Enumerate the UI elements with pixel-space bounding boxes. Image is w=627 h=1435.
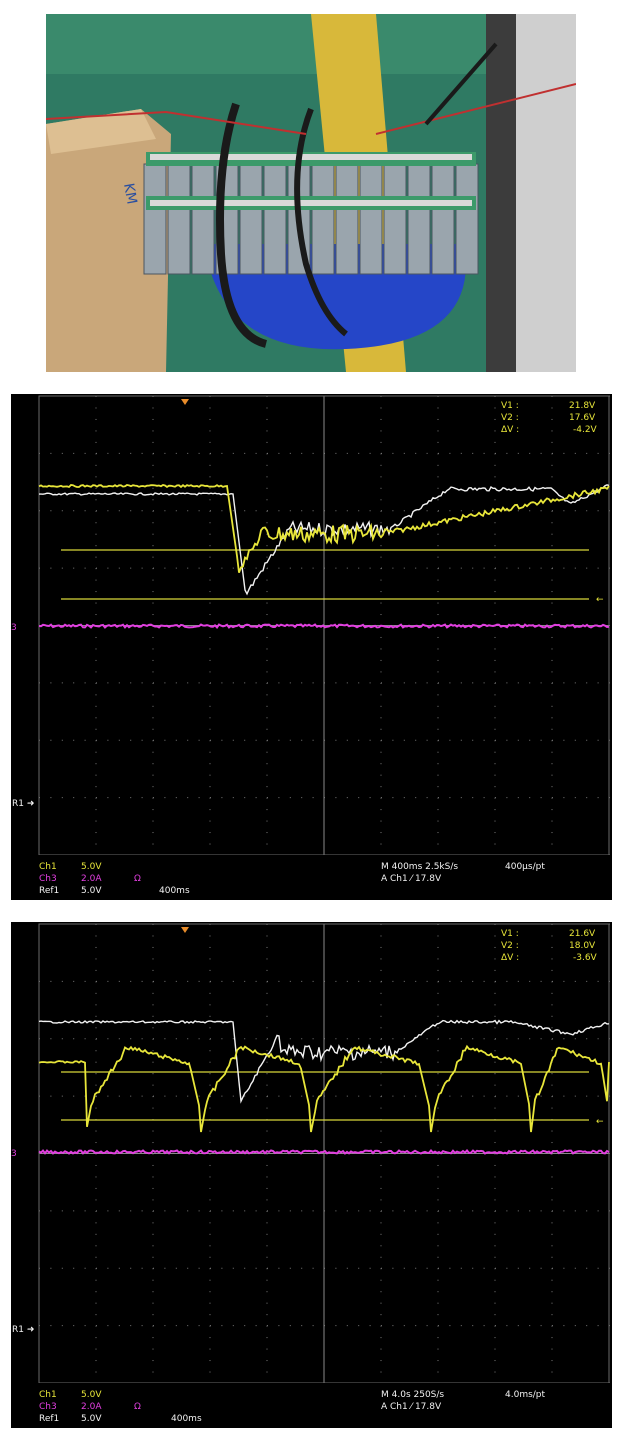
scope1-r1-marker: R1 ➜ <box>12 799 34 809</box>
scope1-timebase: M 400ms 2.5kS/s <box>381 862 458 872</box>
scope2-r1-marker: R1 ➜ <box>12 1325 34 1335</box>
scope1-v1-value: 21.8V <box>569 401 596 411</box>
scope2-ch3-marker: 3 <box>11 1149 17 1159</box>
scope2-trigger: A Ch1 ⁄ 17.8V <box>381 1402 442 1412</box>
scope1-v2-value: 17.6V <box>569 413 596 423</box>
scope2-ref1-label: Ref1 <box>39 1414 59 1424</box>
scope1-ref1-time: 400ms <box>159 886 190 896</box>
scope2-timebase: M 4.0s 250S/s <box>381 1390 444 1400</box>
scope2-ch3-scale: 2.0A <box>81 1402 102 1412</box>
scope1-ch3-unit: Ω <box>134 874 141 884</box>
trigger-position-marker <box>181 927 189 933</box>
scope1-trigger: A Ch1 ⁄ 17.8V <box>381 874 442 884</box>
scope1-dv-value: -4.2V <box>573 425 598 435</box>
scope2-cursor-lines: ← <box>61 1071 604 1127</box>
scope1-ch3-scale: 2.0A <box>81 874 102 884</box>
scope2-dv-value: -3.6V <box>573 953 598 963</box>
svg-text:←: ← <box>596 1117 604 1127</box>
scope2-record-length: 4.0ms/pt <box>505 1390 546 1400</box>
oscilloscope-screen-1: ← 3 R1 ➜ V1 : 21.8V V2 : 17.6V ΔV : -4.2… <box>11 394 612 900</box>
scope1-ref1-label: Ref1 <box>39 886 59 896</box>
scope2-ref1-time: 400ms <box>171 1414 202 1424</box>
scope1-dv-label: ΔV : <box>501 425 519 435</box>
scope1-v2-label: V2 : <box>501 413 519 423</box>
scope1-ch3-marker: 3 <box>11 623 17 633</box>
scope1-v1-label: V1 : <box>501 401 519 411</box>
scope2-ref1-scale: 5.0V <box>81 1414 102 1424</box>
battery-pack-photo: KM <box>46 14 576 372</box>
scope1-ch3-label: Ch3 <box>39 874 57 884</box>
trigger-position-marker <box>181 399 189 405</box>
scope2-dv-label: ΔV : <box>501 953 519 963</box>
scope2-v1-value: 21.6V <box>569 929 596 939</box>
scope2-v2-value: 18.0V <box>569 941 596 951</box>
scope2-graticule <box>38 923 610 1384</box>
scope1-ch1-label: Ch1 <box>39 862 57 872</box>
scope2-ch1-label: Ch1 <box>39 1390 57 1400</box>
scope2-v2-label: V2 : <box>501 941 519 951</box>
scope2-v1-label: V1 : <box>501 929 519 939</box>
scope1-cursor-lines: ← <box>61 549 604 605</box>
scope1-ref1-scale: 5.0V <box>81 886 102 896</box>
scope2-ch3-unit: Ω <box>134 1402 141 1412</box>
oscilloscope-screen-2: ← 3 R1 ➜ V1 : 21.6V V2 : 18.0V ΔV : -3.6… <box>11 922 612 1428</box>
scope2-ch1-scale: 5.0V <box>81 1390 102 1400</box>
scope1-ch1-scale: 5.0V <box>81 862 102 872</box>
scope2-ch3-label: Ch3 <box>39 1402 57 1412</box>
scope1-record-length: 400µs/pt <box>505 862 545 872</box>
svg-text:←: ← <box>596 595 604 605</box>
